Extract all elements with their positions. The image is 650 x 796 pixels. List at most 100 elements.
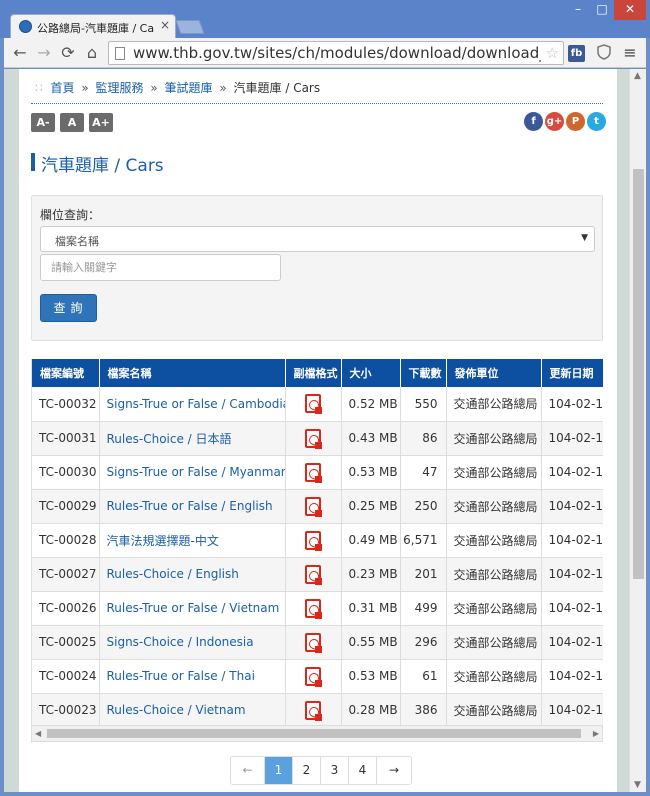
pdf-icon[interactable] xyxy=(305,462,322,483)
bookmark-star-icon[interactable]: ☆ xyxy=(546,44,559,62)
tab-close-icon[interactable]: × xyxy=(160,18,170,32)
search-field-select[interactable]: 檔案名稱 ▼ xyxy=(40,226,595,252)
pagination-next-button[interactable]: → xyxy=(377,757,411,784)
page-viewport: ∷ 首頁 » 監理服務 » 筆試題庫 » 汽車題庫 / Cars A- A A+… xyxy=(4,69,646,792)
pagination-page-1[interactable]: 1 xyxy=(265,757,293,784)
file-name-link[interactable]: Rules-Choice / Vietnam xyxy=(99,693,286,728)
publish-unit: 交通部公路總局 xyxy=(446,523,542,558)
keyword-input[interactable] xyxy=(40,254,281,281)
file-size: 0.55 MB xyxy=(341,625,401,660)
table-row: TC-00025 Signs-Choice / Indonesia 0.55 M… xyxy=(32,625,603,660)
font-increase-button[interactable]: A+ xyxy=(89,113,113,132)
breadcrumb-question-bank-link[interactable]: 筆試題庫 xyxy=(165,81,213,95)
file-size: 0.23 MB xyxy=(341,557,401,592)
pdf-icon[interactable] xyxy=(305,666,322,687)
file-name-link[interactable]: Rules-True or False / Vietnam xyxy=(99,591,286,626)
update-date: 104-02-10 xyxy=(541,387,603,422)
scroll-down-icon[interactable]: ▼ xyxy=(634,780,641,790)
update-date: 104-02-10 xyxy=(541,523,603,558)
scroll-left-icon[interactable]: ◀ xyxy=(35,729,41,738)
file-name-link[interactable]: Rules-True or False / English xyxy=(99,489,286,524)
breadcrumb-home-link[interactable]: 首頁 xyxy=(50,81,74,95)
update-date: 104-02-10 xyxy=(541,421,603,456)
pdf-icon[interactable] xyxy=(305,598,322,619)
window-minimize-button[interactable]: – xyxy=(566,0,590,20)
font-normal-button[interactable]: A xyxy=(60,113,84,132)
pagination-page-2[interactable]: 2 xyxy=(293,757,321,784)
file-id: TC-00024 xyxy=(32,659,100,694)
pdf-icon[interactable] xyxy=(305,632,322,653)
breadcrumb: ∷ 首頁 » 監理服務 » 筆試題庫 » 汽車題庫 / Cars xyxy=(35,79,320,96)
table-row: TC-00029 Rules-True or False / English 0… xyxy=(32,489,603,524)
home-icon[interactable]: ⌂ xyxy=(82,43,102,63)
file-name-link[interactable]: Signs-Choice / Indonesia xyxy=(99,625,286,660)
pdf-icon[interactable] xyxy=(305,700,322,721)
pdf-icon[interactable] xyxy=(305,564,322,585)
file-id: TC-00030 xyxy=(32,455,100,490)
file-name-link[interactable]: Rules-Choice / English xyxy=(99,557,286,592)
pdf-icon[interactable] xyxy=(305,496,322,517)
browser-tab[interactable]: 公路總局-汽車題庫 / Cars × xyxy=(10,14,176,38)
table-row: TC-00023 Rules-Choice / Vietnam 0.28 MB … xyxy=(32,693,603,728)
scroll-up-icon[interactable]: ▲ xyxy=(634,71,641,81)
download-count: 250 xyxy=(400,489,447,524)
page-content: ∷ 首頁 » 監理服務 » 筆試題庫 » 汽車題庫 / Cars A- A A+… xyxy=(19,69,617,792)
page-vertical-scrollbar[interactable]: ▲ ▼ xyxy=(629,69,646,792)
file-id: TC-00023 xyxy=(32,693,100,728)
breadcrumb-services-link[interactable]: 監理服務 xyxy=(95,81,143,95)
pdf-icon[interactable] xyxy=(305,428,322,449)
file-name-link[interactable]: Signs-True or False / Myanmar xyxy=(99,455,286,490)
publish-unit: 交通部公路總局 xyxy=(446,693,542,728)
table-row: TC-00024 Rules-True or False / Thai 0.53… xyxy=(32,659,603,694)
update-date: 104-02-10 xyxy=(541,489,603,524)
window-close-button[interactable]: ✕ xyxy=(614,0,646,20)
download-count: 86 xyxy=(400,421,447,456)
publish-unit: 交通部公路總局 xyxy=(446,659,542,694)
pagination-page-4[interactable]: 4 xyxy=(349,757,377,784)
scroll-thumb[interactable] xyxy=(47,729,581,738)
forward-arrow-icon[interactable]: → xyxy=(34,43,54,63)
file-size: 0.31 MB xyxy=(341,591,401,626)
browser-menu-icon[interactable]: ≡ xyxy=(622,44,638,62)
file-id: TC-00027 xyxy=(32,557,100,592)
publish-unit: 交通部公路總局 xyxy=(446,455,542,490)
table-row: TC-00026 Rules-True or False / Vietnam 0… xyxy=(32,591,603,626)
page-title: 汽車題庫 / Cars xyxy=(41,156,164,176)
share-twitter-icon[interactable]: t xyxy=(587,112,606,131)
share-plurk-icon[interactable]: P xyxy=(566,112,585,131)
scroll-thumb[interactable] xyxy=(633,169,644,579)
window-maximize-button[interactable]: □ xyxy=(590,0,614,20)
file-size: 0.49 MB xyxy=(341,523,401,558)
update-date: 104-02-10 xyxy=(541,557,603,592)
new-tab-button[interactable] xyxy=(175,20,205,34)
shield-extension-icon[interactable] xyxy=(596,44,611,62)
chevron-down-icon: ▼ xyxy=(581,233,588,243)
address-bar[interactable]: www.thb.gov.tw/sites/ch/modules/download… xyxy=(108,41,564,65)
share-googleplus-icon[interactable]: g+ xyxy=(545,112,564,131)
update-date: 104-02-10 xyxy=(541,693,603,728)
file-name-link[interactable]: Signs-True or False / Cambodia xyxy=(99,387,286,422)
file-size: 0.25 MB xyxy=(341,489,401,524)
pagination-prev-button[interactable]: ← xyxy=(231,757,265,784)
reload-icon[interactable]: ⟳ xyxy=(58,43,78,63)
table-horizontal-scrollbar[interactable]: ◀ ▶ xyxy=(31,725,603,742)
back-arrow-icon[interactable]: ← xyxy=(10,43,30,63)
address-url[interactable]: www.thb.gov.tw/sites/ch/modules/download… xyxy=(133,44,541,62)
search-panel: 欄位查詢： 檔案名稱 ▼ 查詢 xyxy=(31,195,603,341)
pagination-page-3[interactable]: 3 xyxy=(321,757,349,784)
scroll-right-icon[interactable]: ▶ xyxy=(593,729,599,738)
font-decrease-button[interactable]: A- xyxy=(31,113,55,132)
file-name-link[interactable]: Rules-Choice / 日本語 xyxy=(99,421,286,456)
download-table-container: 檔案編號 檔案名稱 副檔格式 大小 下載數 發佈單位 更新日期 TC-00032… xyxy=(31,359,603,743)
breadcrumb-current: 汽車題庫 / Cars xyxy=(233,81,321,95)
pdf-icon[interactable] xyxy=(305,394,322,415)
file-name-link[interactable]: 汽車法規選擇題-中文 xyxy=(99,523,286,558)
query-button[interactable]: 查詢 xyxy=(40,294,97,322)
pdf-icon[interactable] xyxy=(305,530,322,551)
breadcrumb-separator: » xyxy=(150,81,158,95)
download-count: 6,571 xyxy=(400,523,447,558)
file-name-link[interactable]: Rules-True or False / Thai xyxy=(99,659,286,694)
table-row: TC-00032 Signs-True or False / Cambodia … xyxy=(32,387,603,422)
share-facebook-icon[interactable]: f xyxy=(524,112,543,131)
facebook-extension-icon[interactable]: fb xyxy=(568,45,585,62)
